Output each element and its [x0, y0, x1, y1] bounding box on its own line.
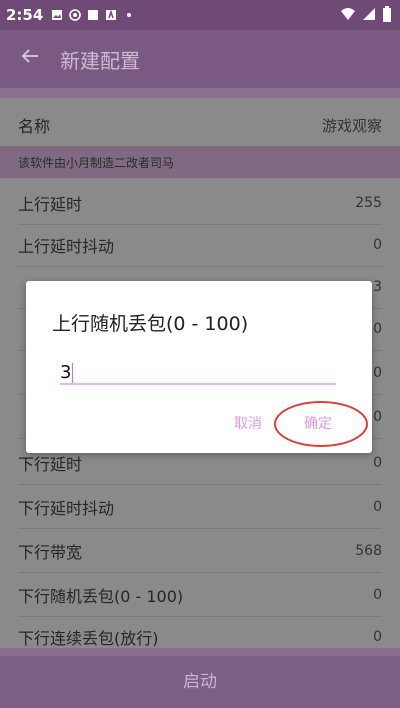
cancel-button[interactable]: 取消 — [234, 413, 262, 433]
image-icon — [52, 10, 63, 20]
status-right-icons — [340, 6, 392, 22]
bottom-strip — [0, 648, 400, 656]
status-bar: 2:54 — [0, 0, 400, 30]
row-value: 3 — [373, 279, 382, 295]
record-icon — [69, 9, 82, 21]
row-value: 0 — [373, 365, 382, 381]
text-cursor — [72, 363, 74, 383]
row-downlink-jitter[interactable]: 下行延时抖动 0 — [18, 486, 382, 529]
dot-icon — [127, 13, 132, 17]
input-dialog: 上行随机丢包(0 - 100) 3 取消 确定 — [26, 281, 372, 453]
battery-icon — [383, 6, 391, 22]
row-label: 下行延时抖动 — [18, 499, 115, 518]
row-label: 下行带宽 — [18, 543, 83, 562]
row-label: 上行延时抖动 — [18, 237, 115, 256]
start-button[interactable]: 启动 — [0, 664, 400, 700]
row-value: 0 — [373, 629, 382, 645]
name-value[interactable]: 游戏观察 — [322, 115, 382, 136]
row-label: 下行延时 — [18, 455, 83, 474]
arrow-left-icon — [21, 49, 38, 63]
row-downlink-bandwidth[interactable]: 下行带宽 568 — [18, 530, 382, 573]
row-value: 568 — [355, 543, 382, 559]
dialog-title: 上行随机丢包(0 - 100) — [52, 313, 249, 335]
notice-banner: 该软件由小月制造二改者司马 — [0, 146, 400, 178]
row-uplink-delay[interactable]: 上行延时 255 — [18, 182, 382, 225]
highlight-circle — [274, 401, 368, 447]
row-value: 0 — [373, 409, 382, 425]
signal-icon — [363, 8, 375, 20]
row-value: 0 — [373, 499, 382, 515]
name-row[interactable]: 名称 游戏观察 — [18, 104, 382, 147]
row-label: 上行延时 — [18, 195, 83, 214]
status-time: 2:54 — [6, 6, 44, 24]
wifi-icon — [341, 8, 355, 20]
row-value: 0 — [373, 587, 382, 603]
row-label: 下行连续丢包(放行) — [18, 629, 159, 648]
row-uplink-jitter[interactable]: 上行延时抖动 0 — [18, 224, 382, 267]
page-title: 新建配置 — [60, 48, 140, 73]
name-label: 名称 — [18, 117, 51, 136]
dialog-input-value: 3 — [60, 362, 72, 383]
square-icon — [88, 10, 99, 20]
back-button[interactable] — [0, 45, 60, 73]
status-icons — [51, 9, 135, 21]
app-bar: 新建配置 — [0, 30, 400, 88]
row-downlink-random-loss[interactable]: 下行随机丢包(0 - 100) 0 — [18, 574, 382, 617]
row-value: 255 — [355, 195, 382, 211]
row-value: 0 — [373, 237, 382, 253]
row-value: 0 — [373, 455, 382, 471]
notice-text: 该软件由小月制造二改者司马 — [18, 155, 175, 170]
dialog-input[interactable]: 3 — [60, 361, 336, 385]
row-value: 0 — [373, 321, 382, 337]
a-icon — [106, 9, 117, 20]
row-label: 下行随机丢包(0 - 100) — [18, 587, 184, 606]
header-strip — [0, 88, 400, 98]
